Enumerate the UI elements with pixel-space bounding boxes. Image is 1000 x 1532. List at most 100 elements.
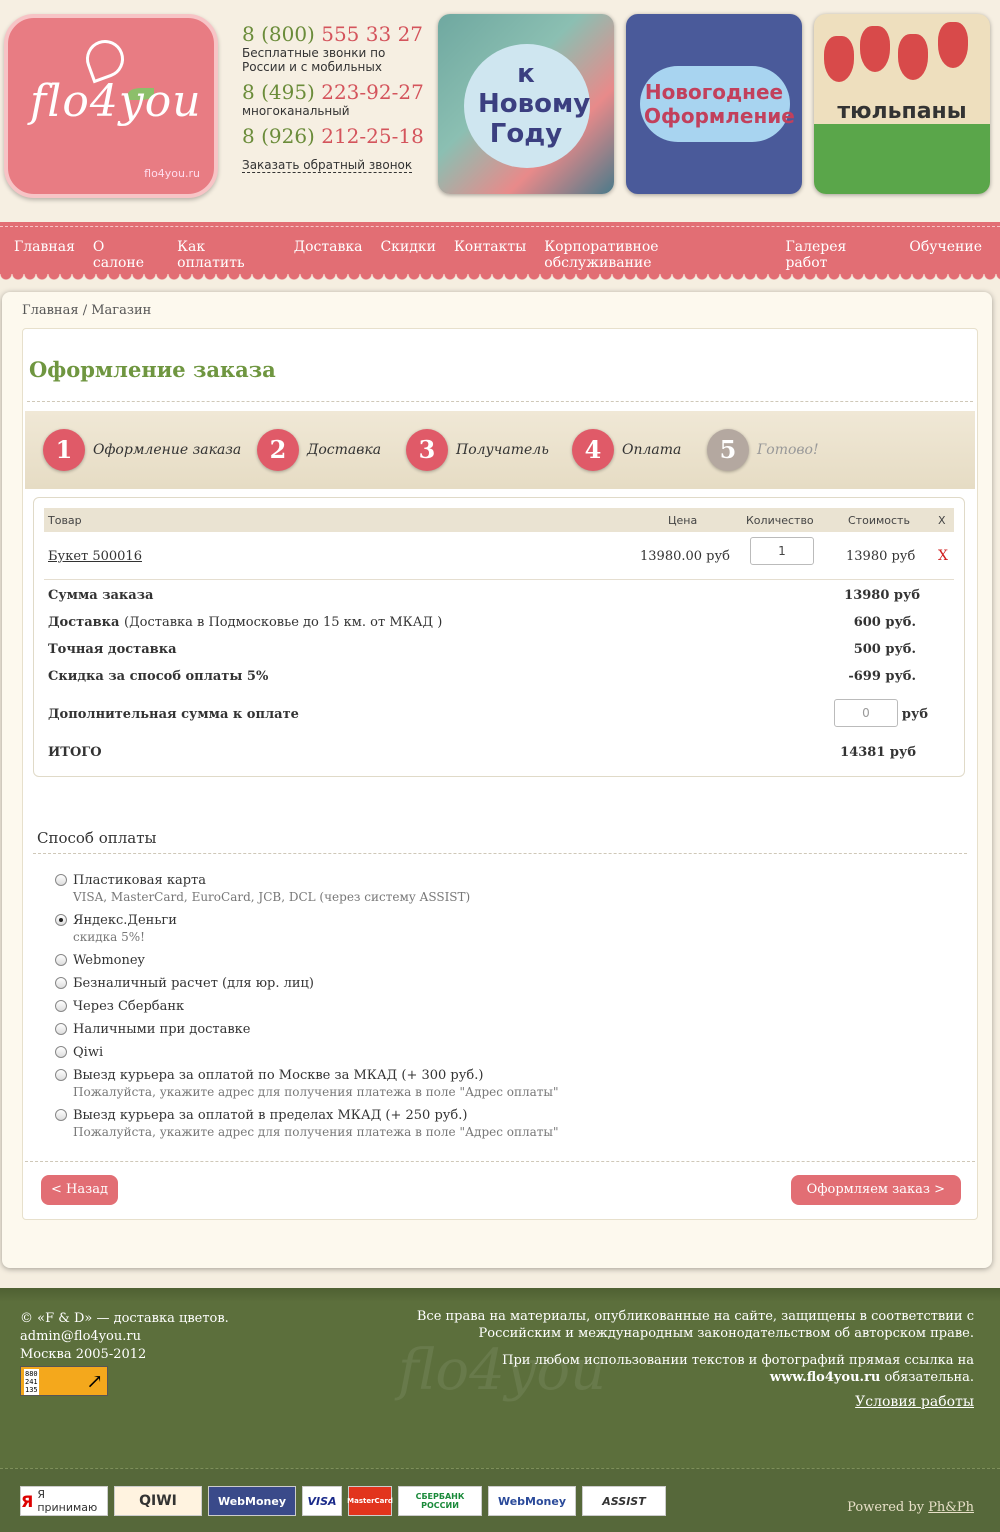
radio-button[interactable] (55, 1023, 67, 1035)
payment-option-label: Яндекс.Деньги (73, 913, 177, 928)
payment-option-label: Выезд курьера за оплатой по Москве за МК… (73, 1068, 484, 1083)
quantity-input[interactable]: 1 (750, 537, 814, 565)
order-sum-label: Сумма заказа (48, 588, 154, 603)
contact-phones: 8 (800) 555 33 27 Бесплатные звонки по Р… (242, 22, 432, 173)
nav-item-discounts[interactable]: Скидки (380, 239, 436, 271)
submit-order-button[interactable]: Оформляем заказ > (790, 1175, 961, 1205)
phone-2-note: многоканальный (242, 104, 350, 118)
payment-option-label: Qiwi (73, 1045, 104, 1060)
tulip-icon (824, 36, 854, 82)
phone-3: 8 (926) 212-25-18 (242, 124, 424, 148)
payment-option-label: Наличными при доставке (73, 1022, 251, 1037)
checkout-steps: 1 Оформление заказа 2 Доставка 3 Получат… (25, 411, 975, 489)
order-sum-row: Сумма заказа 13980 руб (48, 588, 954, 610)
tulip-icon (938, 22, 968, 68)
banner-new-year-decor[interactable]: Новогоднее Оформление (626, 14, 802, 194)
phone-1: 8 (800) 555 33 27 (242, 22, 424, 46)
tulip-stems (814, 124, 990, 194)
radio-button[interactable] (55, 1000, 67, 1012)
extra-sum-input[interactable]: 0 (834, 699, 898, 727)
main-panel: Главная / Магазин Оформление заказа 1 Оф… (2, 292, 992, 1268)
back-button[interactable]: < Назад (41, 1175, 118, 1205)
radio-button[interactable] (55, 977, 67, 989)
extra-sum-label: Дополнительная сумма к оплате (48, 707, 299, 722)
payment-option-label: Через Сбербанк (73, 999, 185, 1014)
powered-by-label: Powered by (847, 1500, 925, 1515)
logo-subtext: flo4you.ru (144, 167, 200, 180)
callback-link[interactable]: Заказать обратный звонок (242, 158, 413, 173)
header: flo4you flo4you.ru 8 (800) 555 33 27 Бес… (0, 0, 1000, 222)
divider (33, 853, 967, 854)
payment-option-label: Выезд курьера за оплатой в пределах МКАД… (73, 1108, 468, 1123)
site-logo[interactable]: flo4you flo4you.ru (4, 14, 218, 198)
nav-item-training[interactable]: Обучение (909, 239, 982, 271)
radio-button[interactable] (55, 1046, 67, 1058)
total-value: 14381 руб (840, 745, 916, 760)
product-link[interactable]: Букет 500016 (48, 549, 142, 564)
footer-legal: Все права на материалы, опубликованные н… (414, 1308, 974, 1396)
discount-row: Скидка за способ оплаты 5% -699 руб. (48, 669, 954, 691)
radio-button[interactable] (55, 1109, 67, 1121)
breadcrumb-separator: / (82, 303, 88, 318)
logo-text: flo4you (30, 76, 202, 127)
step-number: 3 (406, 429, 448, 471)
step-label: Готово! (757, 442, 819, 458)
banner-new-year-text: к Новому Году (478, 59, 591, 149)
payment-option-label: Webmoney (73, 953, 145, 968)
col-cost: Стоимость (848, 514, 910, 527)
footer-city-years: Москва 2005-2012 (20, 1347, 147, 1362)
footer-rights: Все права на материалы, опубликованные н… (416, 1309, 974, 1341)
cart-table: Товар Цена Количество Стоимость X Букет … (33, 497, 965, 777)
nav-item-gallery[interactable]: Галерея работ (785, 239, 891, 271)
nav-item-home[interactable]: Главная (14, 239, 75, 271)
step-label: Доставка (307, 442, 382, 458)
sberbank-logo: СБЕРБАНК РОССИИ (398, 1486, 482, 1516)
banner-tulips[interactable]: тюльпаны (814, 14, 990, 194)
footer-email[interactable]: admin@flo4you.ru (20, 1328, 229, 1346)
mastercard-logo: MasterCard (347, 1486, 393, 1516)
payment-option-label: Пластиковая карта (73, 873, 206, 888)
nav-item-delivery[interactable]: Доставка (294, 239, 363, 271)
remove-item-button[interactable]: X (938, 548, 948, 564)
table-row: Букет 500016 13980.00 руб 1 13980 руб X (44, 532, 954, 580)
total-label: ИТОГО (48, 745, 102, 760)
nav-item-how-to-pay[interactable]: Как оплатить (177, 239, 276, 271)
step-number: 5 (707, 429, 749, 471)
breadcrumb-home-link[interactable]: Главная (22, 303, 79, 318)
yandex-money-logo: ЯЯ принимаю (20, 1486, 108, 1516)
payment-option-note: Пожалуйста, укажите адрес для получения … (73, 1085, 559, 1099)
visit-counter[interactable]: 880 241 135 ↗ (20, 1366, 108, 1396)
payment-logos: ЯЯ принимаю QIWI WebMoney VISA MasterCar… (20, 1486, 672, 1516)
step-delivery: 2 Доставка (257, 427, 381, 473)
total-row: ИТОГО 14381 руб (48, 745, 954, 767)
payment-option-note: скидка 5%! (73, 930, 145, 944)
delivery-label: Доставка (Доставка в Подмосковье до 15 к… (48, 615, 443, 630)
counter-digits: 880 241 135 (24, 1369, 39, 1395)
phone-2: 8 (495) 223-92-27 (242, 80, 424, 104)
tulip-icon (860, 26, 890, 72)
footer-info: © «F & D» — доставка цветов. admin@flo4y… (20, 1310, 229, 1364)
footer-company: © «F & D» — доставка цветов. (20, 1311, 229, 1326)
col-item: Товар (48, 514, 82, 527)
radio-button[interactable] (55, 954, 67, 966)
exact-delivery-row: Точная доставка 500 руб. (48, 642, 954, 664)
qiwi-logo: QIWI (114, 1486, 202, 1516)
footer-link-notice: При любом использовании текстов и фотогр… (502, 1353, 974, 1385)
powered-by-link[interactable]: Ph&Ph (928, 1500, 974, 1515)
webmoney-transfer-logo: WebMoney (488, 1486, 576, 1516)
step-recipient: 3 Получатель (406, 427, 549, 473)
divider (27, 401, 973, 402)
step-order: 1 Оформление заказа (43, 427, 241, 473)
radio-button[interactable] (55, 1069, 67, 1081)
nav-item-about[interactable]: О салоне (93, 239, 159, 271)
step-payment: 4 Оплата (572, 427, 681, 473)
payment-option-note: VISA, MasterCard, EuroCard, JCB, DCL (че… (73, 890, 471, 904)
nav-item-contacts[interactable]: Контакты (454, 239, 526, 271)
banner-new-year[interactable]: к Новому Году (438, 14, 614, 194)
exact-delivery-label: Точная доставка (48, 642, 177, 657)
terms-link[interactable]: Условия работы (855, 1394, 974, 1410)
radio-button-selected[interactable] (55, 914, 67, 926)
radio-button[interactable] (55, 874, 67, 886)
delivery-value: 600 руб. (853, 615, 916, 630)
nav-item-corporate[interactable]: Корпоративное обслуживание (544, 239, 767, 271)
